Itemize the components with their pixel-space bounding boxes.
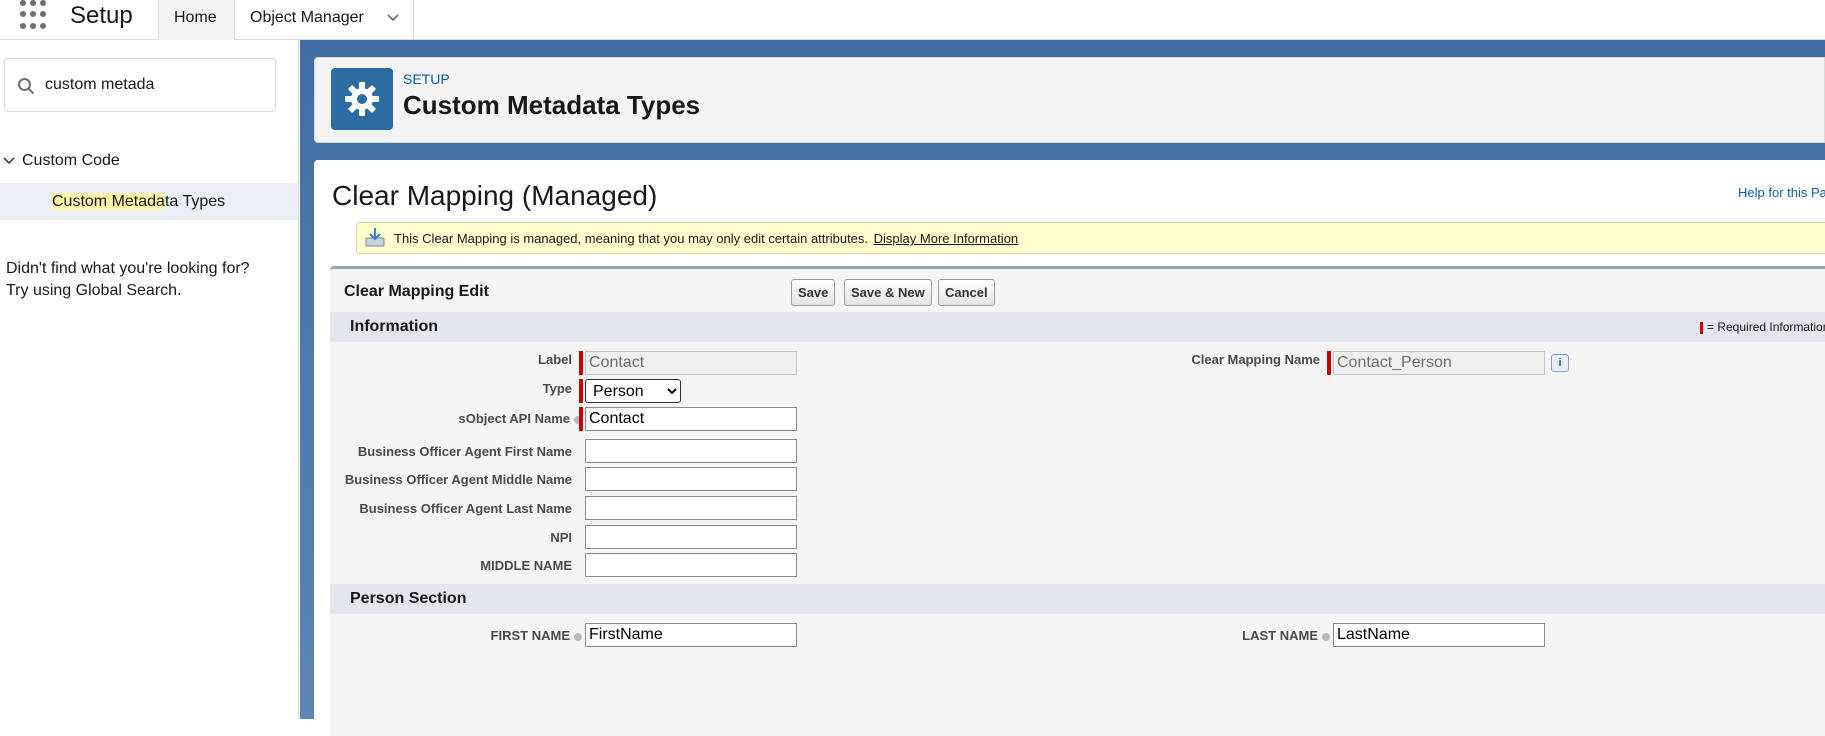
record-title: Clear Mapping (Managed) [332,180,658,211]
display-more-info-link[interactable]: Display More Information [874,231,1019,246]
first-name-label-text: FIRST NAME [490,628,570,643]
field-label-bo-first: Business Officer Agent First Name [357,444,572,459]
first-name-input[interactable] [585,623,797,647]
app-name: Setup [70,2,133,29]
info-icon[interactable]: i [1551,354,1569,372]
field-label-last-name: LAST NAME [1242,628,1330,643]
save-button[interactable]: Save [791,279,836,306]
npi-input[interactable] [585,525,797,549]
field-label-label: Label [538,352,572,367]
middle-name-input[interactable] [585,553,797,577]
page-title: Custom Metadata Types [403,90,701,120]
section-person: Person Section [330,584,1825,614]
bo-first-name-input[interactable] [585,439,797,463]
bo-last-name-input[interactable] [585,496,797,520]
tab-home[interactable]: Home [158,0,234,40]
field-label-bo-middle: Business Officer Agent Middle Name [344,472,572,487]
field-label-clear-mapping-name: Clear Mapping Name [1191,352,1320,367]
cancel-button[interactable]: Cancel [938,279,995,306]
tree-item-label-rest: ta Types [164,193,226,210]
field-label-bo-last: Business Officer Agent Last Name [359,501,572,516]
section-information-title: Information [350,318,438,335]
setup-tile [331,68,393,130]
clear-mapping-name-input[interactable] [1333,351,1545,375]
tree-item-label: Custom Code [22,152,120,169]
edit-block-title: Clear Mapping Edit [344,283,489,300]
setup-sidebar: Custom Code Custom Metadata Types Didn't… [0,40,299,719]
help-link[interactable]: Help for this Page [1738,185,1825,200]
not-found-message: Didn't find what you're looking for? Try… [6,258,250,302]
required-indicator [579,407,583,431]
gear-icon [345,82,379,116]
search-highlight: Custom Metada [52,193,165,210]
global-header: Setup Home Object Manager [0,0,1825,40]
sobject-label-text: sObject API Name [458,411,570,426]
quick-find [4,58,276,112]
section-information: Information = Required Information [330,312,1825,342]
help-icon[interactable] [1322,632,1330,641]
label-input[interactable] [585,351,797,375]
tab-object-manager[interactable]: Object Manager [234,0,414,40]
header-eyebrow: SETUP [403,71,450,87]
chevron-down-icon[interactable] [387,12,399,24]
field-label-middle-name: MIDDLE NAME [480,558,572,573]
app-launcher-icon[interactable] [20,0,50,30]
managed-message-text: This Clear Mapping is managed, meaning t… [394,231,1018,246]
required-indicator [579,379,583,403]
managed-message: This Clear Mapping is managed, meaning t… [356,222,1825,254]
chevron-down-icon[interactable] [2,154,16,168]
managed-message-body: This Clear Mapping is managed, meaning t… [394,231,869,246]
edit-block: Clear Mapping Edit Save Save & New Cance… [330,266,1825,736]
help-icon[interactable] [574,632,582,641]
not-found-line-1: Didn't find what you're looking for? [6,260,250,277]
required-indicator [579,351,583,375]
last-name-label-text: LAST NAME [1242,628,1318,643]
main-content: SETUP Custom Metadata Types Clear Mappin… [300,40,1825,736]
save-and-new-button[interactable]: Save & New [844,279,932,306]
search-icon [18,78,35,95]
download-icon [365,228,385,247]
field-label-type: Type [542,381,572,396]
page-header: SETUP Custom Metadata Types [314,57,1825,143]
bo-middle-name-input[interactable] [585,467,797,491]
required-marker [1700,321,1703,334]
content-card: Clear Mapping (Managed) Help for this Pa… [314,160,1825,736]
sobject-api-name-input[interactable] [585,407,797,431]
tree-item-custom-metadata-types[interactable]: Custom Metadata Types [0,183,298,220]
required-legend: = Required Information [1700,320,1825,334]
field-label-first-name: FIRST NAME [491,628,582,643]
required-legend-text: = Required Information [1707,320,1825,334]
field-label-npi: NPI [550,530,572,545]
required-indicator [1327,351,1331,375]
tree-item-custom-code[interactable]: Custom Code [0,152,120,170]
quick-find-input[interactable] [45,73,265,97]
type-select[interactable]: Person [585,379,681,403]
tab-object-manager-label: Object Manager [250,9,364,26]
last-name-input[interactable] [1333,623,1545,647]
not-found-line-2: Try using Global Search. [6,282,182,299]
field-label-sobject: sObject API Name [458,411,582,426]
